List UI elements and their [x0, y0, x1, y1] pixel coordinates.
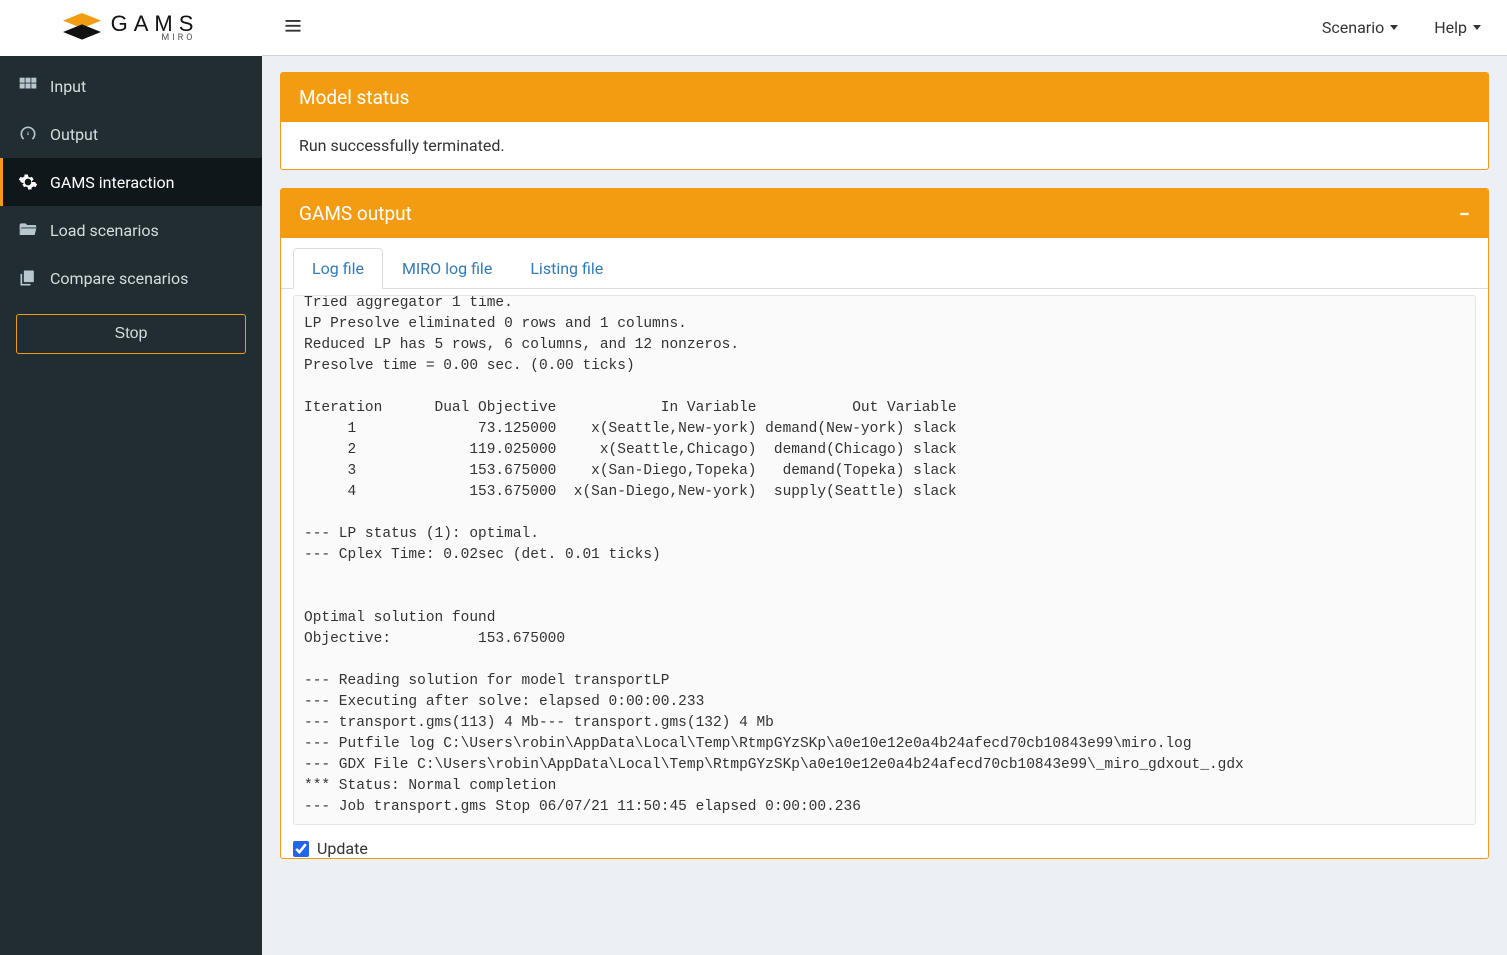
logo[interactable]: GAMS MIRO: [0, 0, 262, 56]
gams-output-panel: GAMS output − Log file MIRO log file Lis…: [280, 188, 1489, 859]
logo-text-block: GAMS MIRO: [111, 13, 200, 43]
sidebar: GAMS MIRO Input Output GAMS interaction …: [0, 0, 262, 955]
log-output-box[interactable]: Tried aggregator 1 time. LP Presolve eli…: [293, 295, 1476, 825]
gams-output-header: GAMS output −: [281, 189, 1488, 238]
copy-icon: [18, 268, 38, 288]
logo-mark-icon: [63, 13, 101, 43]
sidebar-item-load-scenarios[interactable]: Load scenarios: [0, 206, 262, 254]
grid-icon: [18, 76, 38, 96]
folder-open-icon: [18, 220, 38, 240]
sidebar-item-input[interactable]: Input: [0, 62, 262, 110]
model-status-body: Run successfully terminated.: [281, 122, 1488, 169]
gams-output-title: GAMS output: [299, 202, 412, 225]
topbar: Scenario Help: [262, 0, 1507, 56]
sidebar-toggle-button[interactable]: [270, 9, 316, 47]
sidebar-item-label: Input: [50, 77, 86, 96]
caret-down-icon: [1390, 25, 1398, 30]
content-area: Model status Run successfully terminated…: [262, 56, 1507, 955]
model-status-title: Model status: [299, 86, 409, 109]
output-tabs: Log file MIRO log file Listing file: [281, 238, 1488, 289]
tab-miro-log-file[interactable]: MIRO log file: [383, 248, 511, 289]
sidebar-item-label: Load scenarios: [50, 221, 159, 240]
scenario-menu-label: Scenario: [1322, 18, 1384, 37]
model-status-panel: Model status Run successfully terminated…: [280, 72, 1489, 170]
sidebar-nav: Input Output GAMS interaction Load scena…: [0, 56, 262, 302]
hamburger-icon: [284, 21, 302, 39]
scenario-menu[interactable]: Scenario: [1304, 0, 1416, 55]
logo-brand: GAMS: [111, 13, 200, 35]
stop-button[interactable]: Stop: [16, 314, 246, 354]
help-menu-label: Help: [1434, 18, 1467, 37]
update-row: Update: [281, 835, 1488, 858]
sidebar-item-output[interactable]: Output: [0, 110, 262, 158]
update-checkbox[interactable]: [293, 841, 309, 857]
update-label[interactable]: Update: [317, 839, 368, 858]
help-menu[interactable]: Help: [1416, 0, 1499, 55]
log-text: Tried aggregator 1 time. LP Presolve eli…: [294, 295, 1475, 824]
tab-listing-file[interactable]: Listing file: [511, 248, 622, 289]
gauge-icon: [18, 124, 38, 144]
sidebar-item-label: GAMS interaction: [50, 173, 175, 192]
sidebar-item-label: Output: [50, 125, 98, 144]
gear-icon: [18, 172, 38, 192]
sidebar-item-gams-interaction[interactable]: GAMS interaction: [0, 158, 262, 206]
model-status-header: Model status: [281, 73, 1488, 122]
collapse-toggle[interactable]: −: [1459, 204, 1470, 224]
tab-log-file[interactable]: Log file: [293, 248, 383, 289]
sidebar-item-compare-scenarios[interactable]: Compare scenarios: [0, 254, 262, 302]
sidebar-item-label: Compare scenarios: [50, 269, 188, 288]
caret-down-icon: [1473, 25, 1481, 30]
